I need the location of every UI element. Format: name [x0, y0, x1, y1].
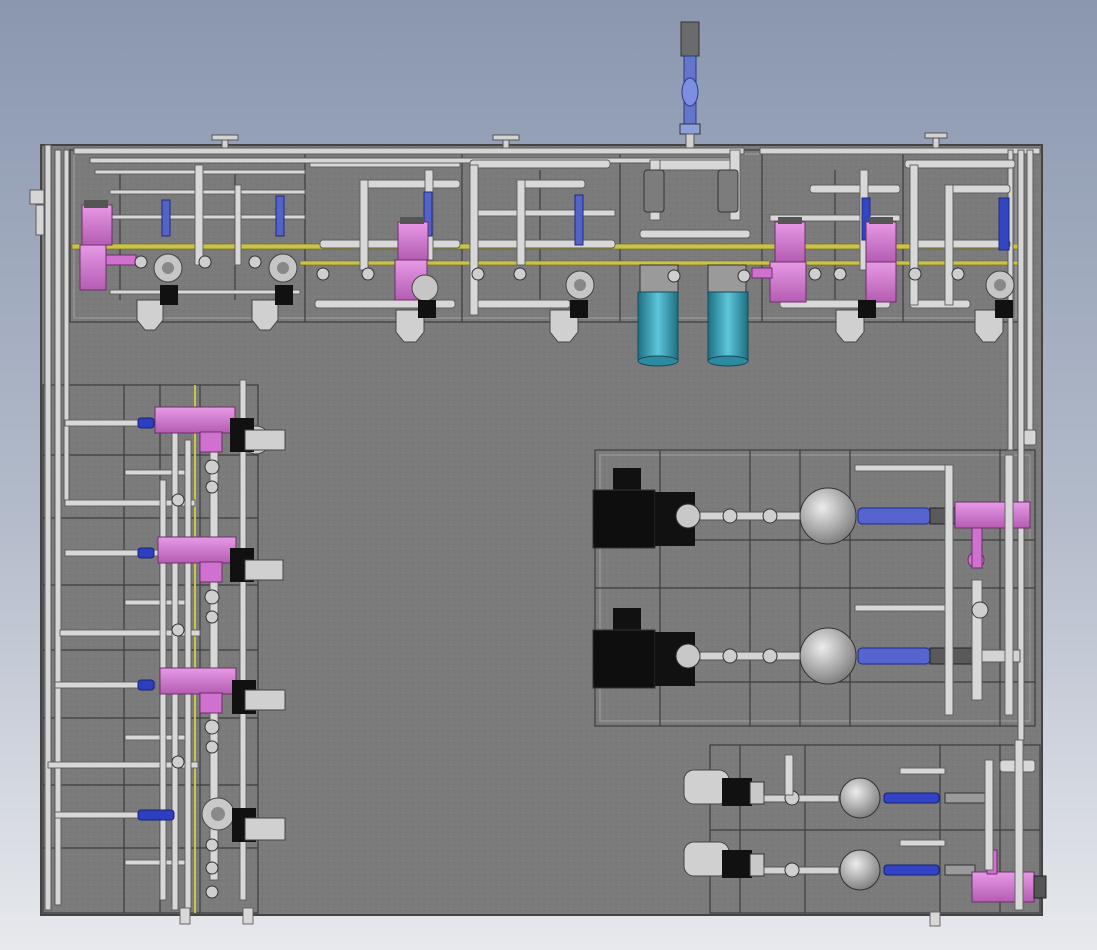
pump-head-icon: [565, 270, 595, 300]
pump-head-icon: [268, 253, 298, 283]
pump-head-icon: [153, 253, 183, 283]
equipment-skid-drawing: [0, 0, 1097, 950]
pump-head-icon: [411, 274, 439, 302]
magenta-pump-icon: [865, 217, 897, 303]
pump-head-icon: [985, 270, 1015, 300]
top-vent-pipe: [679, 21, 701, 149]
